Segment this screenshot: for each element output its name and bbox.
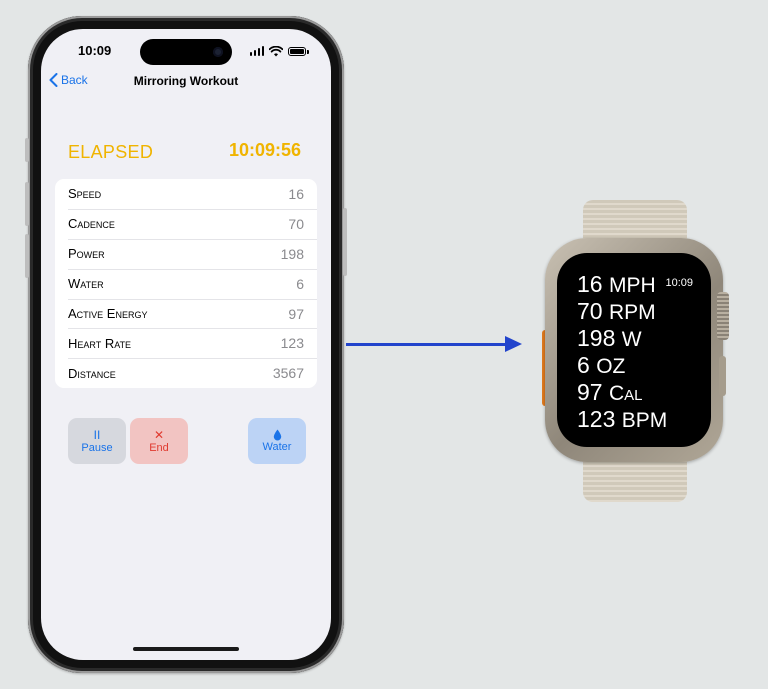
metric-row-water: Water 6 <box>55 268 317 299</box>
metric-label: Cadence <box>68 216 115 232</box>
dynamic-island <box>140 39 232 65</box>
watch-side-button <box>719 356 726 396</box>
watch-metric-value: 70 <box>577 298 603 324</box>
watch-metric-value: 16 <box>577 271 603 297</box>
action-button <box>25 138 29 162</box>
water-button[interactable]: Water <box>248 418 306 464</box>
camera-icon <box>213 47 223 57</box>
elapsed-label: ELAPSED <box>68 142 154 162</box>
metric-row-active-energy: Active Energy 97 <box>55 298 317 329</box>
watch-metric-unit: RPM <box>608 301 656 324</box>
pause-label: Pause <box>81 441 113 454</box>
iphone-device: 10:09 Back Mirroring Workout ELAPSED 10:… <box>25 16 347 673</box>
status-bar-icons <box>249 45 309 57</box>
power-button <box>343 208 347 276</box>
metric-value: 123 <box>280 335 304 352</box>
home-indicator[interactable] <box>133 647 239 651</box>
watch-metric-energy: 97 Cal <box>577 379 643 407</box>
watch-metric-heart-rate: 123 BPM <box>577 406 667 434</box>
watch-metric-cadence: 70 RPM <box>577 298 656 326</box>
water-drop-icon <box>273 429 281 441</box>
watch-metric-unit: BPM <box>621 409 668 432</box>
digital-crown <box>717 292 729 340</box>
metric-row-speed: Speed 16 <box>55 179 317 209</box>
metric-label: Speed <box>68 186 102 202</box>
metric-row-cadence: Cadence 70 <box>55 208 317 239</box>
battery-icon <box>288 46 309 56</box>
metric-value: 97 <box>288 305 304 322</box>
end-button[interactable]: ✕ End <box>130 418 188 464</box>
metric-label: Distance <box>68 365 116 381</box>
metric-value: 70 <box>288 215 304 232</box>
watch-metric-water: 6 OZ <box>577 352 625 380</box>
watch-metric-value: 123 <box>577 406 616 432</box>
metric-row-power: Power 198 <box>55 238 317 269</box>
metrics-list: Speed 16 Cadence 70 Power 198 Water 6 Ac… <box>55 179 317 389</box>
watch-metric-unit: W <box>621 328 642 351</box>
arrow-right-icon <box>505 336 522 352</box>
watch-metric-value: 97 <box>577 379 603 405</box>
status-bar-time: 10:09 <box>78 43 112 58</box>
pause-button[interactable]: II Pause <box>68 418 126 464</box>
watch-metric-unit: OZ <box>596 355 626 378</box>
watch-metric-unit: Cal <box>608 382 643 405</box>
watch-metric-value: 6 <box>577 352 590 378</box>
metric-label: Power <box>68 246 105 262</box>
metric-row-distance: Distance 3567 <box>55 358 317 388</box>
watch-metric-power: 198 W <box>577 325 642 353</box>
watch-metric-unit: MPH <box>608 274 656 297</box>
watch-screen: 10:09 16 MPH 70 RPM 198 W 6 OZ 97 Cal 12… <box>557 253 711 447</box>
watch-metric-speed: 16 MPH <box>577 271 656 299</box>
pause-icon: II <box>93 427 101 442</box>
metric-label: Active Energy <box>68 306 148 321</box>
watch-time: 10:09 <box>665 277 693 289</box>
mirror-arrow-line <box>346 343 508 346</box>
volume-down-button <box>25 234 29 278</box>
metric-row-heart-rate: Heart Rate 123 <box>55 328 317 358</box>
water-label: Water <box>262 441 292 453</box>
phone-screen: 10:09 Back Mirroring Workout ELAPSED 10:… <box>41 29 331 660</box>
volume-up-button <box>25 182 29 226</box>
cellular-signal-icon <box>249 46 264 56</box>
wifi-icon <box>269 45 283 56</box>
metric-label: Water <box>68 276 104 292</box>
metric-value: 16 <box>288 185 304 202</box>
metric-label: Heart Rate <box>68 335 132 351</box>
watch-metric-value: 198 <box>577 325 616 351</box>
metric-value: 6 <box>296 275 304 292</box>
x-icon: ✕ <box>153 427 165 442</box>
metric-value: 3567 <box>272 365 304 382</box>
elapsed-timer: 10:09:56 <box>228 140 301 160</box>
page-title: Mirroring Workout <box>133 74 239 88</box>
metric-value: 198 <box>280 245 304 262</box>
end-label: End <box>149 441 169 454</box>
